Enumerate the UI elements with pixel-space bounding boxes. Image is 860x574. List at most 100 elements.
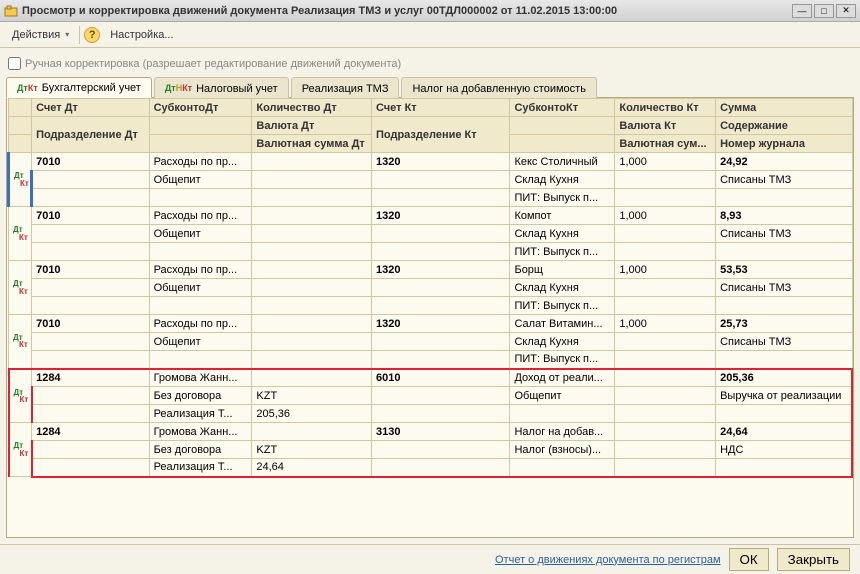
cell-sub-dt[interactable]: Реализация Т... <box>149 459 252 477</box>
cell-sub-dt[interactable]: Без договора <box>149 387 252 405</box>
table-row[interactable]: ДтКт 7010 Расходы по пр... 1320 Салат Ви… <box>9 315 853 333</box>
tab-tax[interactable]: ДтНКт Налоговый учет <box>154 77 289 98</box>
cell-cur-dt[interactable] <box>252 333 372 351</box>
cell-journal[interactable] <box>716 297 852 315</box>
cell-qty-kt[interactable] <box>615 369 716 387</box>
cell-journal[interactable] <box>716 243 852 261</box>
cell-cur-kt[interactable] <box>615 333 716 351</box>
cell-sub-kt[interactable]: ПИТ: Выпуск п... <box>510 243 615 261</box>
col-qty-dt[interactable]: Количество Дт <box>252 99 372 117</box>
cell-journal[interactable] <box>716 405 852 423</box>
col-acc-kt[interactable]: Счет Кт <box>371 99 509 117</box>
cell-sum[interactable]: 53,53 <box>716 261 852 279</box>
table-row[interactable]: ДтКт 7010 Расходы по пр... 1320 Кекс Сто… <box>9 153 853 171</box>
cell-cur-dt[interactable] <box>252 279 372 297</box>
cell-acc-kt[interactable]: 1320 <box>371 153 509 171</box>
table-row[interactable]: ПИТ: Выпуск п... <box>9 297 853 315</box>
cell-acc-kt[interactable]: 1320 <box>371 261 509 279</box>
cell-acc-dt[interactable]: 7010 <box>32 315 150 333</box>
cell-cur-kt[interactable] <box>615 279 716 297</box>
cell-journal[interactable] <box>716 351 852 369</box>
col-journal[interactable]: Номер журнала <box>716 135 852 153</box>
cell[interactable] <box>371 351 509 369</box>
table-row[interactable]: ПИТ: Выпуск п... <box>9 351 853 369</box>
table-row[interactable]: ПИТ: Выпуск п... <box>9 243 853 261</box>
table-row[interactable]: Общепит Склад Кухня Списаны ТМЗ <box>9 279 853 297</box>
table-row[interactable]: Общепит Склад Кухня Списаны ТМЗ <box>9 225 853 243</box>
cell[interactable] <box>32 459 150 477</box>
cell[interactable] <box>371 459 509 477</box>
col-vsum-dt[interactable]: Валютная сумма Дт <box>252 135 372 153</box>
cell-sum[interactable]: 8,93 <box>716 207 852 225</box>
cell-vsum-dt[interactable]: 24,64 <box>252 459 372 477</box>
cell-sub-dt[interactable]: Общепит <box>149 225 252 243</box>
cell-journal[interactable] <box>716 459 852 477</box>
actions-menu[interactable]: Действия <box>6 27 75 43</box>
cell-sub-kt[interactable]: Склад Кухня <box>510 333 615 351</box>
cell-sub-dt[interactable] <box>149 243 252 261</box>
cell-qty-kt[interactable]: 1,000 <box>615 153 716 171</box>
table-row[interactable]: Реализация Т... 24,64 <box>9 459 853 477</box>
table-row[interactable]: ДтКт 1284 Громова Жанн... 3130 Налог на … <box>9 423 853 441</box>
ok-button[interactable]: ОК <box>729 548 769 571</box>
cell-dept-kt[interactable] <box>371 225 509 243</box>
cell-cur-dt[interactable]: KZT <box>252 387 372 405</box>
cell-sub-dt[interactable] <box>149 297 252 315</box>
cell-qty-dt[interactable] <box>252 423 372 441</box>
table-row[interactable]: Общепит Склад Кухня Списаны ТМЗ <box>9 333 853 351</box>
cell-dept-dt[interactable] <box>32 441 150 459</box>
cell-acc-kt[interactable]: 1320 <box>371 315 509 333</box>
grid-container[interactable]: Счет Дт СубконтоДт Количество Дт Счет Кт… <box>6 98 854 538</box>
cell-sub-kt[interactable]: ПИТ: Выпуск п... <box>510 297 615 315</box>
col-vsum-kt[interactable]: Валютная сум... <box>615 135 716 153</box>
maximize-button[interactable]: □ <box>814 4 834 18</box>
cell-vsum-kt[interactable] <box>615 405 716 423</box>
cell-vsum-kt[interactable] <box>615 243 716 261</box>
cell-vsum-kt[interactable] <box>615 297 716 315</box>
cell-sub-dt[interactable]: Расходы по пр... <box>149 207 252 225</box>
close-button[interactable]: Закрыть <box>777 548 850 571</box>
cell-vsum-dt[interactable] <box>252 297 372 315</box>
cell-acc-dt[interactable]: 1284 <box>32 423 150 441</box>
tab-realization[interactable]: Реализация ТМЗ <box>291 77 400 98</box>
cell-content[interactable]: Списаны ТМЗ <box>716 171 852 189</box>
cell[interactable] <box>32 243 150 261</box>
cell-cur-dt[interactable] <box>252 171 372 189</box>
cell[interactable] <box>371 189 509 207</box>
cell-dept-dt[interactable] <box>32 171 150 189</box>
cell-dept-kt[interactable] <box>371 333 509 351</box>
col-marker[interactable] <box>9 99 32 117</box>
cell-vsum-dt[interactable]: 205,36 <box>252 405 372 423</box>
table-row[interactable]: Без договора KZT Налог (взносы)... НДС <box>9 441 853 459</box>
cell-acc-dt[interactable]: 7010 <box>32 153 150 171</box>
cell[interactable] <box>32 189 150 207</box>
cell-vsum-dt[interactable] <box>252 351 372 369</box>
cell-qty-dt[interactable] <box>252 315 372 333</box>
cell-sub-kt[interactable]: Доход от реали... <box>510 369 615 387</box>
cell-sub-dt[interactable]: Общепит <box>149 279 252 297</box>
cell-qty-kt[interactable]: 1,000 <box>615 261 716 279</box>
cell-vsum-dt[interactable] <box>252 243 372 261</box>
cell-content[interactable]: Списаны ТМЗ <box>716 333 852 351</box>
cell-sub-dt[interactable] <box>149 189 252 207</box>
cell-vsum-kt[interactable] <box>615 459 716 477</box>
cell-vsum-kt[interactable] <box>615 189 716 207</box>
cell-sub-dt[interactable] <box>149 351 252 369</box>
col-cur-dt[interactable]: Валюта Дт <box>252 117 372 135</box>
cell-acc-dt[interactable]: 1284 <box>32 369 150 387</box>
cell-sub-kt[interactable]: Налог (взносы)... <box>510 441 615 459</box>
cell-acc-kt[interactable]: 3130 <box>371 423 509 441</box>
cell-sub-kt[interactable]: Салат Витамин... <box>510 315 615 333</box>
cell-sum[interactable]: 25,73 <box>716 315 852 333</box>
settings-button[interactable]: Настройка... <box>104 27 179 43</box>
minimize-button[interactable]: — <box>792 4 812 18</box>
cell-sub-dt[interactable]: Громова Жанн... <box>149 369 252 387</box>
cell-dept-kt[interactable] <box>371 441 509 459</box>
cell-qty-kt[interactable]: 1,000 <box>615 315 716 333</box>
cell-dept-dt[interactable] <box>32 279 150 297</box>
cell-vsum-dt[interactable] <box>252 189 372 207</box>
cell-acc-dt[interactable]: 7010 <box>32 207 150 225</box>
cell-qty-dt[interactable] <box>252 153 372 171</box>
cell-sum[interactable]: 24,92 <box>716 153 852 171</box>
cell-sub-kt[interactable]: Борщ <box>510 261 615 279</box>
